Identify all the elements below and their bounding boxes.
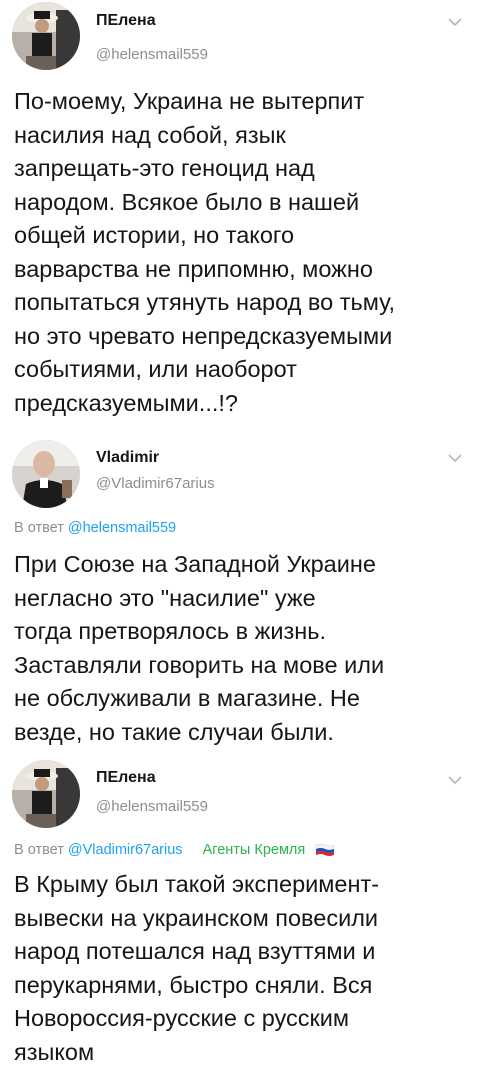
avatar[interactable] [12,440,80,508]
author-handle[interactable]: @helensmail559 [96,46,208,63]
avatar-image [12,760,80,828]
tweet-text: По-моему, Украина не вытерпит насилия на… [14,88,396,416]
reply-mention-link[interactable]: @helensmail559 [68,520,176,536]
avatar-image [12,440,80,508]
reply-prefix: В ответ [14,520,64,536]
tweet-1: ПЕлена @helensmail559 По-моему, Украина … [0,0,479,440]
chevron-down-icon[interactable] [447,450,463,466]
tweet-text: При Союзе на Западной Украине негласно э… [14,551,385,745]
author-handle[interactable]: @Vladimir67arius [96,475,215,492]
avatar[interactable] [12,760,80,828]
reply-context: В ответ @Vladimir67arius Агенты Кремля [14,842,335,858]
tweet-text: В Крыму был такой эксперимент- вывески н… [14,871,380,1065]
tweet-3: ПЕлена @helensmail559 В ответ @Vladimir6… [0,760,479,1080]
avatar-image [12,2,80,70]
reply-prefix: В ответ [14,842,64,858]
author-handle[interactable]: @helensmail559 [96,798,208,815]
tweet-2: Vladimir @Vladimir67arius В ответ @helen… [0,440,479,760]
author-name[interactable]: ПЕлена [96,12,156,30]
chevron-down-icon[interactable] [447,14,463,30]
author-name[interactable]: ПЕлена [96,769,156,787]
author-name[interactable]: Vladimir [96,449,159,467]
reply-context: В ответ @helensmail559 [14,520,176,536]
avatar[interactable] [12,2,80,70]
chevron-down-icon[interactable] [447,772,463,788]
russian-flag-icon [316,843,335,857]
reply-mention-link[interactable]: @Vladimir67arius [68,842,183,858]
user-label-tag: Агенты Кремля [202,842,306,858]
